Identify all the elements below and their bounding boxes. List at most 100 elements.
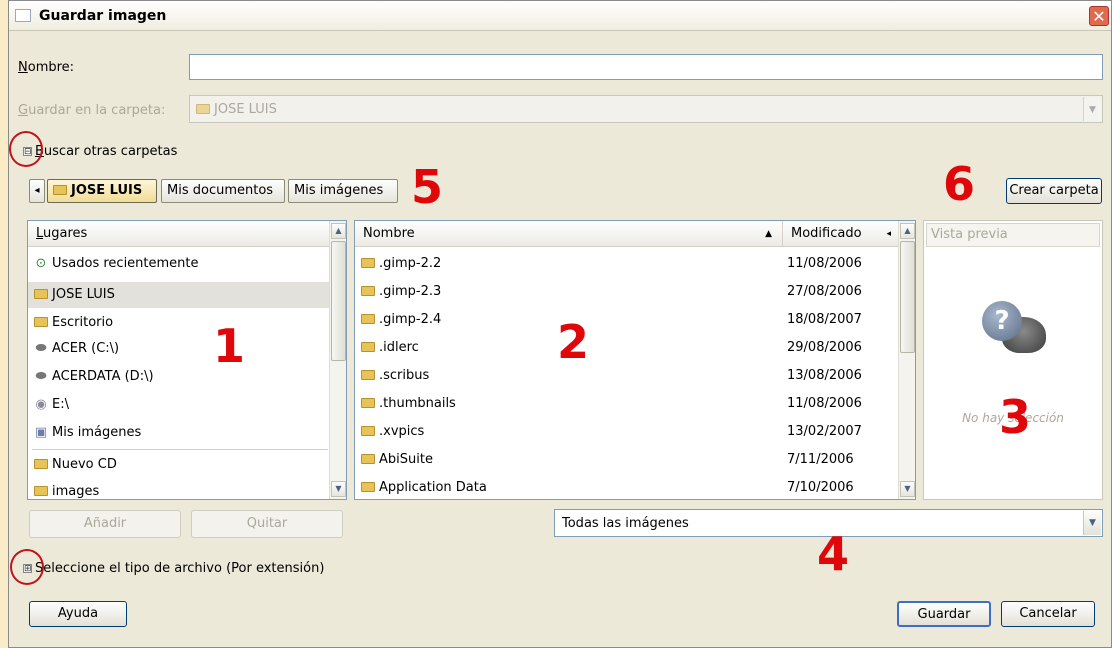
place-item[interactable]: ⬬ ACER (C:\) bbox=[28, 336, 336, 362]
create-folder-button[interactable]: Crear carpeta bbox=[1006, 178, 1102, 204]
preview-panel: Vista previa ? No hay selección bbox=[923, 220, 1103, 500]
file-modified-date: 18/08/2007 bbox=[787, 312, 862, 327]
folder-icon bbox=[361, 342, 375, 352]
folder-icon bbox=[34, 459, 48, 469]
file-type-toggle[interactable]: Seleccione el tipo de archivo (Por exten… bbox=[35, 561, 324, 576]
browse-folders-toggle[interactable]: Buscar otras carpetas bbox=[35, 144, 177, 159]
file-name: .xvpics bbox=[379, 424, 425, 439]
window-title: Guardar imagen bbox=[39, 8, 167, 24]
drive-icon: ⬬ bbox=[35, 341, 47, 356]
annotation-3: 3 bbox=[999, 390, 1032, 444]
recent-icon: ⊙ bbox=[35, 256, 47, 271]
file-name: Application Data bbox=[379, 480, 487, 495]
help-button[interactable]: Ayuda bbox=[29, 601, 127, 627]
path-item-mis-imagenes[interactable]: Mis imágenes bbox=[288, 179, 398, 203]
file-row[interactable]: .idlerc 29/08/2006 bbox=[355, 335, 905, 361]
place-item[interactable]: Nuevo CD bbox=[28, 452, 336, 478]
annotation-1: 1 bbox=[213, 319, 246, 373]
file-row[interactable]: .gimp-2.4 18/08/2007 bbox=[355, 307, 905, 333]
sort-ascending-icon: ▲ bbox=[765, 229, 772, 239]
file-filter-value: Todas las imágenes bbox=[562, 516, 689, 531]
folder-icon bbox=[361, 314, 375, 324]
annotation-4: 4 bbox=[817, 527, 850, 581]
scroll-thumb[interactable] bbox=[331, 241, 346, 361]
annotation-circle bbox=[9, 131, 43, 167]
place-item[interactable]: Escritorio bbox=[28, 310, 336, 336]
sort-indicator-icon: ◂ bbox=[886, 229, 891, 239]
annotation-6: 6 bbox=[943, 157, 976, 211]
file-row[interactable]: .thumbnails 11/08/2006 bbox=[355, 391, 905, 417]
remove-place-button[interactable]: Quitar bbox=[191, 510, 343, 538]
chevron-down-icon: ▼ bbox=[1083, 97, 1101, 121]
places-scrollbar[interactable]: ▲ ▼ bbox=[329, 221, 346, 499]
file-modified-date: 27/08/2006 bbox=[787, 284, 862, 299]
place-item[interactable]: ⊙ Usados recientemente bbox=[28, 251, 336, 277]
path-back-button[interactable]: ◂ bbox=[29, 179, 45, 203]
save-in-combo: JOSE LUIS ▼ bbox=[189, 95, 1103, 123]
path-item-mis-documentos[interactable]: Mis documentos bbox=[161, 179, 285, 203]
scroll-down-icon[interactable]: ▼ bbox=[331, 481, 346, 497]
scroll-up-icon[interactable]: ▲ bbox=[900, 223, 915, 239]
file-modified-date: 11/08/2006 bbox=[787, 256, 862, 271]
scroll-thumb[interactable] bbox=[900, 241, 915, 353]
add-place-button[interactable]: Añadir bbox=[29, 510, 181, 538]
scroll-up-icon[interactable]: ▲ bbox=[331, 223, 346, 239]
file-name: AbiSuite bbox=[379, 452, 433, 467]
folder-icon bbox=[361, 286, 375, 296]
column-modified-label: Modificado bbox=[791, 226, 862, 241]
file-name: .gimp-2.4 bbox=[379, 312, 442, 327]
place-label: ACERDATA (D:\) bbox=[52, 369, 154, 384]
column-name-label: Nombre bbox=[363, 226, 415, 241]
title-bar[interactable]: Guardar imagen ✕ bbox=[9, 1, 1111, 31]
file-row[interactable]: Application Data 7/10/2006 bbox=[355, 475, 905, 499]
folder-icon bbox=[34, 317, 48, 327]
place-item[interactable]: images bbox=[28, 479, 336, 499]
scroll-down-icon[interactable]: ▼ bbox=[900, 481, 915, 497]
window-icon bbox=[15, 9, 31, 22]
folder-icon bbox=[361, 482, 375, 492]
file-name: .gimp-2.3 bbox=[379, 284, 442, 299]
close-button[interactable]: ✕ bbox=[1089, 6, 1109, 26]
file-modified-date: 7/10/2006 bbox=[787, 480, 854, 495]
file-name: .idlerc bbox=[379, 340, 419, 355]
place-label: Nuevo CD bbox=[52, 457, 117, 472]
file-row[interactable]: .gimp-2.3 27/08/2006 bbox=[355, 279, 905, 305]
place-label: ACER (C:\) bbox=[52, 341, 120, 356]
name-label: Nombre: bbox=[18, 60, 75, 75]
file-modified-date: 11/08/2006 bbox=[787, 396, 862, 411]
file-row[interactable]: .scribus 13/08/2006 bbox=[355, 363, 905, 389]
question-icon: ? bbox=[982, 301, 1022, 341]
files-scrollbar[interactable]: ▲ ▼ bbox=[898, 221, 915, 499]
places-panel: Lugares ⊙ Usados recientemente JOSE LUIS … bbox=[27, 220, 347, 500]
cancel-button[interactable]: Cancelar bbox=[1001, 601, 1095, 627]
file-row[interactable]: .xvpics 13/02/2007 bbox=[355, 419, 905, 445]
place-item[interactable]: JOSE LUIS bbox=[28, 282, 330, 308]
path-item-jose-luis[interactable]: JOSE LUIS bbox=[47, 179, 157, 203]
file-row[interactable]: AbiSuite 7/11/2006 bbox=[355, 447, 905, 473]
place-label: E:\ bbox=[52, 397, 69, 412]
place-label: JOSE LUIS bbox=[52, 287, 115, 302]
save-image-dialog: Guardar imagen ✕ Nombre: Guardar en la c… bbox=[8, 0, 1112, 648]
pictures-icon: ▣ bbox=[34, 425, 48, 440]
place-item[interactable]: ⬬ ACERDATA (D:\) bbox=[28, 364, 336, 390]
drive-icon: ⬬ bbox=[35, 369, 47, 384]
annotation-circle bbox=[10, 549, 44, 585]
preview-header: Vista previa bbox=[926, 223, 1100, 247]
save-in-value-wrap: JOSE LUIS bbox=[196, 102, 277, 117]
chevron-down-icon[interactable]: ▼ bbox=[1083, 511, 1101, 535]
file-modified-date: 29/08/2006 bbox=[787, 340, 862, 355]
path-item-label: JOSE LUIS bbox=[71, 183, 143, 198]
place-item[interactable]: ▣ Mis imágenes bbox=[28, 420, 336, 446]
folder-icon bbox=[53, 185, 67, 195]
column-header-name[interactable]: Nombre ▲ bbox=[355, 221, 783, 247]
place-item[interactable]: ◉ E:\ bbox=[28, 392, 336, 418]
folder-icon bbox=[34, 289, 48, 299]
name-input[interactable] bbox=[189, 54, 1103, 80]
save-button[interactable]: Guardar bbox=[897, 601, 991, 627]
file-row[interactable]: .gimp-2.2 11/08/2006 bbox=[355, 251, 905, 277]
place-label: Usados recientemente bbox=[52, 256, 199, 271]
column-header-modified[interactable]: Modificado ◂ bbox=[783, 221, 899, 247]
places-header[interactable]: Lugares bbox=[28, 221, 330, 247]
file-modified-date: 13/02/2007 bbox=[787, 424, 862, 439]
cdrom-icon: ◉ bbox=[35, 397, 47, 412]
